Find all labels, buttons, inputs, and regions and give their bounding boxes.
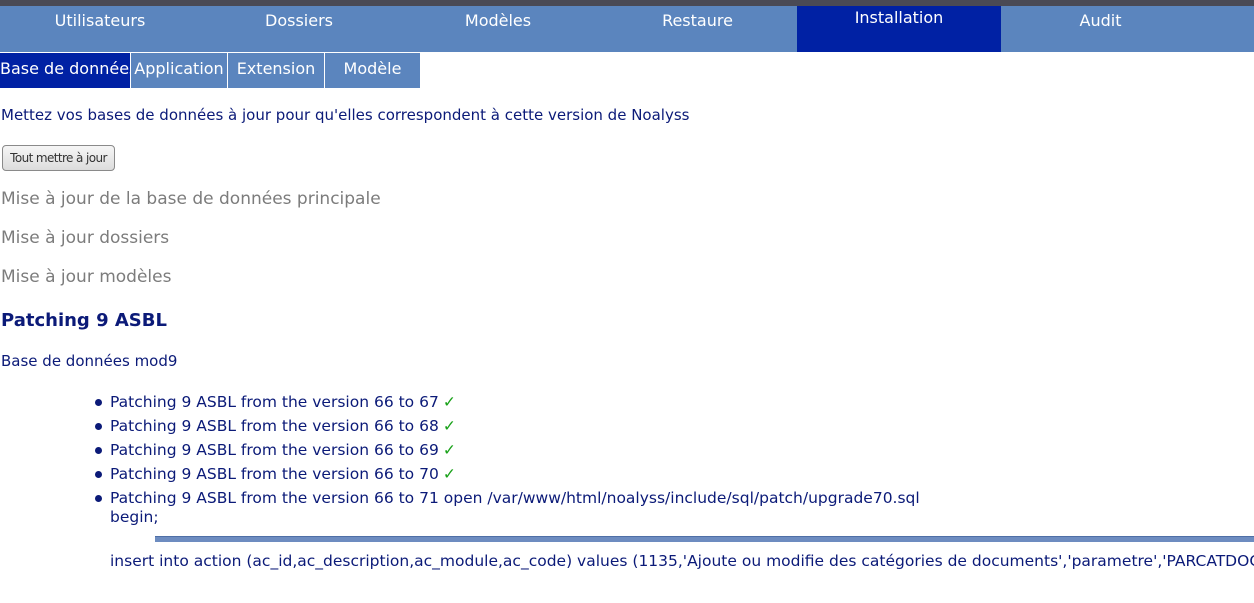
patch-list: Patching 9 ASBL from the version 66 to 6…: [95, 392, 920, 508]
bullet-icon: [95, 471, 102, 478]
check-icon: ✓: [442, 417, 456, 435]
list-item: Patching 9 ASBL from the version 66 to 7…: [95, 464, 920, 488]
section-main-database: Mise à jour de la base de données princi…: [1, 189, 381, 209]
list-item: Patching 9 ASBL from the version 66 to 6…: [95, 416, 920, 440]
main-navigation: Utilisateurs Dossiers Modèles Restaure I…: [0, 6, 1254, 52]
patch-text: Patching 9 ASBL from the version 66 to 7…: [110, 489, 920, 507]
list-item: Patching 9 ASBL from the version 66 to 6…: [95, 440, 920, 464]
intro-text: Mettez vos bases de données à jour pour …: [1, 106, 690, 124]
patch-text: Patching 9 ASBL from the version 66 to 6…: [110, 417, 439, 435]
sub-navigation: Base de données Application Extension Mo…: [0, 53, 421, 88]
check-icon: ✓: [442, 393, 456, 411]
database-label: Base de données mod9: [1, 352, 178, 370]
patch-text: Patching 9 ASBL from the version 66 to 6…: [110, 393, 439, 411]
bullet-icon: [95, 495, 102, 502]
tab-dossiers[interactable]: Dossiers: [200, 6, 398, 52]
sql-begin: begin;: [110, 508, 159, 526]
bullet-icon: [95, 399, 102, 406]
tab-restaure[interactable]: Restaure: [598, 6, 797, 52]
tab-modeles[interactable]: Modèles: [398, 6, 598, 52]
tab-audit[interactable]: Audit: [1001, 6, 1200, 52]
separator: [155, 536, 1254, 542]
subtab-modele[interactable]: Modèle: [325, 53, 421, 88]
patch-title: Patching 9 ASBL: [1, 310, 167, 331]
tab-installation[interactable]: Installation: [797, 6, 1001, 52]
list-item: Patching 9 ASBL from the version 66 to 6…: [95, 392, 920, 416]
sql-statement: insert into action (ac_id,ac_description…: [110, 552, 1254, 570]
tab-utilisateurs[interactable]: Utilisateurs: [0, 6, 200, 52]
update-all-button[interactable]: Tout mettre à jour: [2, 145, 115, 171]
patch-text: Patching 9 ASBL from the version 66 to 6…: [110, 441, 439, 459]
check-icon: ✓: [442, 441, 456, 459]
bullet-icon: [95, 447, 102, 454]
patch-text: Patching 9 ASBL from the version 66 to 7…: [110, 465, 439, 483]
bullet-icon: [95, 423, 102, 430]
subtab-application[interactable]: Application: [131, 53, 228, 88]
section-folders: Mise à jour dossiers: [1, 228, 170, 248]
check-icon: ✓: [442, 465, 456, 483]
section-templates: Mise à jour modèles: [1, 267, 172, 287]
subtab-extension[interactable]: Extension: [228, 53, 325, 88]
list-item: Patching 9 ASBL from the version 66 to 7…: [95, 488, 920, 508]
subtab-base-de-donnees[interactable]: Base de données: [0, 53, 131, 88]
